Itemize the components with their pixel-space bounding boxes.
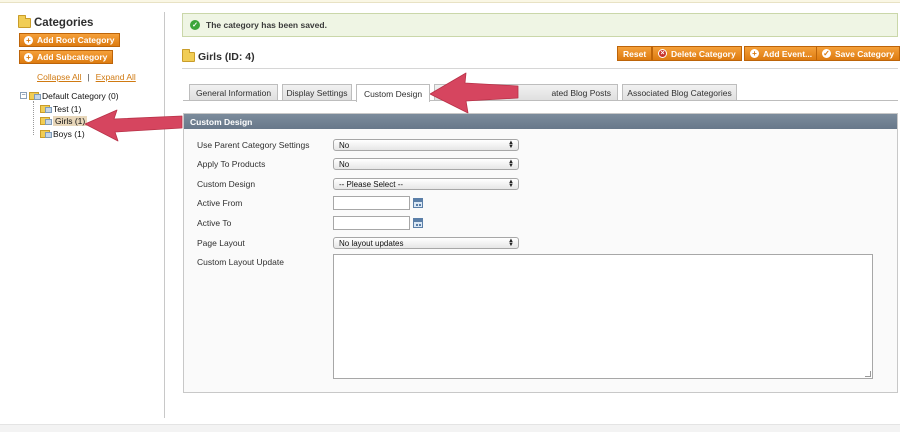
success-check-icon: ✓ xyxy=(190,20,200,30)
tab-custom-design[interactable]: Custom Design xyxy=(356,84,430,102)
select-arrows-icon: ▲ ▼ xyxy=(508,179,514,189)
tree-node-label: Boys (1) xyxy=(53,128,85,139)
categories-header: Categories xyxy=(18,15,93,31)
plus-icon: + xyxy=(750,49,759,58)
tab-associated-blog-posts[interactable]: ated Blog Posts xyxy=(434,84,618,101)
tree-node-label: Test (1) xyxy=(53,103,82,114)
panel-header: Custom Design xyxy=(184,114,897,129)
page-title: Girls (ID: 4) xyxy=(198,51,255,63)
bottom-strip xyxy=(0,424,900,432)
link-separator: | xyxy=(87,72,90,82)
category-folder-icon xyxy=(29,91,41,100)
tab-general-information[interactable]: General Information xyxy=(189,84,278,101)
success-message: ✓ The category has been saved. xyxy=(182,13,898,37)
tree-node-test[interactable]: Test (1) xyxy=(40,103,81,114)
categories-folder-icon xyxy=(18,15,31,28)
resize-grip-icon[interactable] xyxy=(865,371,871,377)
add-event-button[interactable]: + Add Event... xyxy=(744,46,819,61)
active-to-input[interactable] xyxy=(333,216,410,230)
categories-title: Categories xyxy=(34,17,94,29)
tree-node-default-category[interactable]: − Default Category (0) xyxy=(20,90,119,101)
custom-design-label: Custom Design xyxy=(197,179,256,189)
category-sidebar: Categories + Add Root Category + Add Sub… xyxy=(0,0,166,424)
add-root-category-label: Add Root Category xyxy=(37,35,115,45)
select-value: No xyxy=(339,140,350,150)
category-folder-icon xyxy=(40,116,52,125)
plus-icon: + xyxy=(24,35,33,45)
tree-connector xyxy=(33,101,34,135)
tabs-divider xyxy=(183,100,898,101)
save-category-label: Save Category xyxy=(835,48,895,59)
add-subcategory-label: Add Subcategory xyxy=(37,52,108,62)
check-icon: ✓ xyxy=(822,49,831,58)
page-layout-label: Page Layout xyxy=(197,238,245,248)
reset-button[interactable]: Reset xyxy=(617,46,653,61)
add-subcategory-button[interactable]: + Add Subcategory xyxy=(19,50,114,64)
apply-to-products-label: Apply To Products xyxy=(197,159,266,169)
select-arrows-icon: ▲ ▼ xyxy=(508,238,514,248)
active-from-input[interactable] xyxy=(333,196,410,210)
category-folder-icon xyxy=(40,104,52,113)
tab-display-settings[interactable]: Display Settings xyxy=(282,84,352,101)
select-value: No xyxy=(339,159,350,169)
expand-all-link[interactable]: Expand All xyxy=(96,72,136,82)
delete-category-button[interactable]: × Delete Category xyxy=(652,46,742,61)
delete-icon: × xyxy=(658,49,667,58)
page-layout-select[interactable]: No layout updates ▲ ▼ xyxy=(333,237,519,249)
plus-icon: + xyxy=(24,52,33,62)
category-folder-icon xyxy=(40,129,52,138)
tree-node-boys[interactable]: Boys (1) xyxy=(40,128,85,139)
tree-links: Collapse All | Expand All xyxy=(37,72,136,82)
use-parent-settings-label: Use Parent Category Settings xyxy=(197,140,310,150)
reset-label: Reset xyxy=(623,48,647,59)
custom-layout-update-label: Custom Layout Update xyxy=(197,257,284,267)
tree-node-label: Girls (1) xyxy=(53,115,88,126)
custom-layout-update-textarea[interactable] xyxy=(333,254,873,379)
tree-collapse-icon[interactable]: − xyxy=(20,92,27,99)
active-to-calendar-icon[interactable] xyxy=(413,218,423,228)
use-parent-settings-select[interactable]: No ▲ ▼ xyxy=(333,139,519,151)
active-to-label: Active To xyxy=(197,218,232,228)
collapse-all-link[interactable]: Collapse All xyxy=(37,72,81,82)
sidebar-divider xyxy=(164,12,165,418)
page-header: Girls (ID: 4) xyxy=(182,49,255,63)
select-value: -- Please Select -- xyxy=(339,179,404,189)
add-event-label: Add Event... xyxy=(763,48,813,59)
select-value: No layout updates xyxy=(339,238,404,248)
tree-node-girls[interactable]: Girls (1) xyxy=(40,115,88,126)
category-folder-icon xyxy=(182,49,195,62)
apply-to-products-select[interactable]: No ▲ ▼ xyxy=(333,158,519,170)
tab-bar: General Information Display Settings Cus… xyxy=(183,84,898,102)
select-arrows-icon: ▲ ▼ xyxy=(508,159,514,169)
custom-design-select[interactable]: -- Please Select -- ▲ ▼ xyxy=(333,178,519,190)
header-divider xyxy=(182,68,898,69)
active-from-label: Active From xyxy=(197,198,243,208)
select-arrows-icon: ▲ ▼ xyxy=(508,140,514,150)
delete-category-label: Delete Category xyxy=(671,48,736,59)
tab-associated-blog-categories[interactable]: Associated Blog Categories xyxy=(622,84,737,101)
add-root-category-button[interactable]: + Add Root Category xyxy=(19,33,121,47)
success-message-text: The category has been saved. xyxy=(206,20,327,30)
active-from-calendar-icon[interactable] xyxy=(413,198,423,208)
tree-node-label: Default Category (0) xyxy=(42,90,119,101)
save-category-button[interactable]: ✓ Save Category xyxy=(816,46,900,61)
